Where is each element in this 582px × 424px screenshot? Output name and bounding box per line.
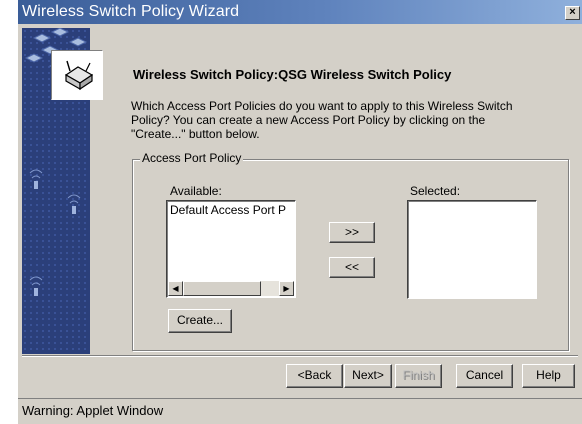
- horizontal-scrollbar[interactable]: ◀ ▶: [168, 281, 294, 296]
- available-list[interactable]: Default Access Port P ◀ ▶: [166, 200, 296, 298]
- window-title: Wireless Switch Policy Wizard: [22, 3, 240, 20]
- scroll-thumb[interactable]: [183, 281, 261, 296]
- arrow-right-icon: ▶: [283, 284, 290, 293]
- remove-button[interactable]: <<: [329, 257, 375, 278]
- status-bar: Warning: Applet Window: [18, 398, 582, 424]
- arrow-left-icon: ◀: [172, 284, 179, 293]
- add-button[interactable]: >>: [329, 222, 375, 243]
- create-button[interactable]: Create...: [168, 309, 232, 333]
- wireless-switch-icon: [64, 60, 94, 91]
- selected-list[interactable]: [407, 200, 537, 299]
- back-button[interactable]: <Back: [286, 364, 343, 388]
- wizard-icon-frame: [51, 50, 103, 100]
- status-text: Warning: Applet Window: [22, 403, 164, 418]
- instructions-line: Which Access Port Policies do you want t…: [131, 99, 513, 113]
- list-item[interactable]: Default Access Port P: [170, 203, 286, 217]
- scroll-right-button[interactable]: ▶: [279, 281, 294, 296]
- available-label: Available:: [170, 184, 222, 198]
- group-legend: Access Port Policy: [140, 151, 244, 165]
- cancel-button[interactable]: Cancel: [456, 364, 513, 388]
- selected-label: Selected:: [410, 184, 461, 198]
- close-button[interactable]: ×: [565, 6, 580, 20]
- instructions-text: Which Access Port Policies do you want t…: [131, 99, 571, 141]
- page-title: Wireless Switch Policy:QSG Wireless Swit…: [133, 67, 452, 82]
- next-button[interactable]: Next>: [344, 364, 392, 388]
- divider: [22, 355, 578, 357]
- instructions-line: "Create..." button below.: [131, 127, 260, 141]
- help-button[interactable]: Help: [522, 364, 575, 388]
- scroll-left-button[interactable]: ◀: [168, 281, 183, 296]
- title-bar[interactable]: Wireless Switch Policy Wizard ×: [18, 0, 582, 24]
- finish-button[interactable]: Finish: [395, 364, 442, 388]
- close-icon: ×: [569, 6, 576, 18]
- wizard-window: Wireless Switch Policy Wizard × Wireless…: [18, 0, 582, 424]
- instructions-line: Policy? You can create a new Access Port…: [131, 113, 486, 127]
